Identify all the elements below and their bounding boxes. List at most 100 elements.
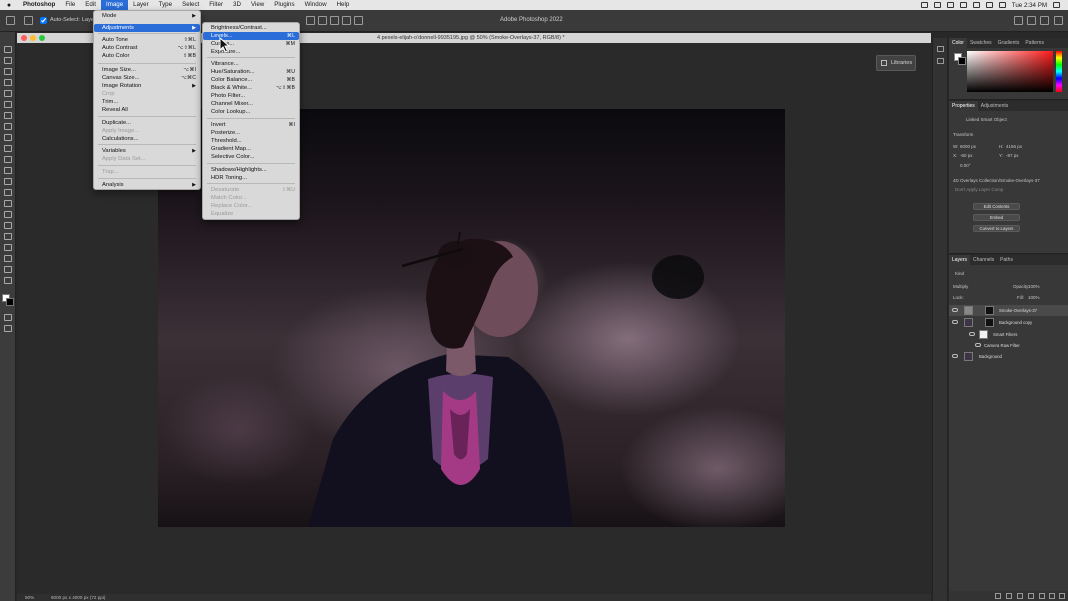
home-icon[interactable] bbox=[6, 16, 15, 25]
close-window-icon[interactable] bbox=[21, 35, 27, 41]
menu-item-threshold[interactable]: Threshold... bbox=[203, 137, 299, 145]
menu-item-color-balance[interactable]: Color Balance... ⌘B bbox=[203, 76, 299, 84]
menu-window[interactable]: Window bbox=[300, 0, 332, 10]
distribute-icon[interactable] bbox=[342, 16, 351, 25]
menu-item-image-rotation[interactable]: Image Rotation ▶ bbox=[94, 82, 200, 90]
visibility-eye-icon[interactable] bbox=[952, 354, 958, 358]
background-color-swatch[interactable] bbox=[6, 298, 14, 306]
group-icon[interactable] bbox=[1039, 593, 1045, 599]
wifi-icon[interactable] bbox=[972, 2, 980, 8]
layer-name[interactable]: Camera Raw Filter bbox=[984, 343, 1020, 348]
history-panel-icon[interactable] bbox=[937, 46, 944, 52]
menu-item-exposure[interactable]: Exposure... bbox=[203, 48, 299, 56]
tab-color[interactable]: Color bbox=[949, 38, 967, 48]
menu-select[interactable]: Select bbox=[177, 0, 204, 10]
tab-layers[interactable]: Layers bbox=[949, 255, 971, 265]
align-right-icon[interactable] bbox=[330, 16, 339, 25]
path-select-icon[interactable] bbox=[4, 233, 12, 240]
menu-item-black-white[interactable]: Black & White... ⌥⇧⌘B bbox=[203, 84, 299, 92]
blend-mode-dropdown[interactable]: Multiply bbox=[953, 284, 968, 289]
menu-item-gradient-map[interactable]: Gradient Map... bbox=[203, 145, 299, 153]
apple-icon[interactable]: ● bbox=[0, 2, 18, 9]
background-color-chip[interactable] bbox=[958, 57, 966, 65]
comments-panel-icon[interactable] bbox=[937, 58, 944, 64]
layer-name[interactable]: Background copy bbox=[999, 320, 1032, 325]
width-field[interactable]: 6000 px bbox=[960, 144, 976, 149]
menu-filter[interactable]: Filter bbox=[204, 0, 228, 10]
creative-cloud-icon[interactable] bbox=[920, 2, 928, 8]
more-options-icon[interactable] bbox=[354, 16, 363, 25]
menu-type[interactable]: Type bbox=[154, 0, 177, 10]
edit-toolbar-icon[interactable] bbox=[4, 277, 12, 284]
menu-item-auto-color[interactable]: Auto Color ⇧⌘B bbox=[94, 52, 200, 60]
tab-swatches[interactable]: Swatches bbox=[967, 38, 995, 48]
marquee-tool-icon[interactable] bbox=[4, 57, 12, 64]
layer-name[interactable]: Smoke-Overlays-37 bbox=[999, 308, 1037, 313]
menu-item-canvas-size[interactable]: Canvas Size... ⌥⌘C bbox=[94, 74, 200, 82]
menu-item-vibrance[interactable]: Vibrance... bbox=[203, 60, 299, 68]
type-tool-icon[interactable] bbox=[4, 222, 12, 229]
convert-to-layers-button[interactable]: Convert to Layers bbox=[973, 225, 1020, 232]
visibility-eye-icon[interactable] bbox=[952, 320, 958, 324]
move-tool-icon[interactable] bbox=[24, 16, 33, 25]
menu-item-variables[interactable]: Variables ▶ bbox=[94, 147, 200, 155]
menu-item-photo-filter[interactable]: Photo Filter... bbox=[203, 92, 299, 100]
smart-filter-mask[interactable] bbox=[979, 330, 988, 339]
tab-adjustments[interactable]: Adjustments bbox=[978, 101, 1012, 111]
shape-tool-icon[interactable] bbox=[4, 244, 12, 251]
menu-item-shadows-highlights[interactable]: Shadows/Highlights... bbox=[203, 166, 299, 174]
menu-item-duplicate[interactable]: Duplicate... bbox=[94, 119, 200, 127]
layer-row[interactable]: Background copy bbox=[949, 317, 1068, 328]
tab-patterns[interactable]: Patterns bbox=[1022, 38, 1047, 48]
x-field[interactable]: -60 px bbox=[960, 153, 973, 158]
lasso-tool-icon[interactable] bbox=[4, 68, 12, 75]
search-icon[interactable] bbox=[1014, 16, 1023, 25]
visibility-eye-icon[interactable] bbox=[975, 343, 981, 347]
control-center-icon[interactable] bbox=[998, 2, 1006, 8]
quick-select-tool-icon[interactable] bbox=[4, 79, 12, 86]
menu-edit[interactable]: Edit bbox=[80, 0, 101, 10]
tab-paths[interactable]: Paths bbox=[997, 255, 1016, 265]
menu-item-levels[interactable]: Levels... ⌘L bbox=[203, 32, 299, 40]
visibility-eye-icon[interactable] bbox=[952, 308, 958, 312]
layer-row[interactable]: Smoke-Overlays-37 bbox=[949, 305, 1068, 316]
menu-file[interactable]: File bbox=[60, 0, 80, 10]
dodge-tool-icon[interactable] bbox=[4, 200, 12, 207]
add-mask-icon[interactable] bbox=[1017, 593, 1023, 599]
document-title[interactable]: 4 pexels-elijah-o'donnell-9935195.jpg @ … bbox=[377, 35, 565, 41]
menu-item-calculations[interactable]: Calculations... bbox=[94, 135, 200, 143]
tab-channels[interactable]: Channels bbox=[970, 255, 997, 265]
zoom-level[interactable]: 50% bbox=[25, 595, 34, 600]
smart-filters-row[interactable]: Smart Filters bbox=[949, 329, 1068, 340]
history-brush-icon[interactable] bbox=[4, 156, 12, 163]
menu-item-hue-saturation[interactable]: Hue/Saturation... ⌘U bbox=[203, 68, 299, 76]
zoom-tool-icon[interactable] bbox=[4, 266, 12, 273]
menu-item-color-lookup[interactable]: Color Lookup... bbox=[203, 108, 299, 116]
layer-row[interactable]: Background bbox=[949, 351, 1068, 362]
siri-icon[interactable] bbox=[1053, 2, 1060, 8]
pen-tool-icon[interactable] bbox=[4, 211, 12, 218]
filter-row[interactable]: Camera Raw Filter bbox=[949, 340, 1068, 351]
layer-mask-thumbnail[interactable] bbox=[985, 306, 994, 315]
eyedropper-tool-icon[interactable] bbox=[4, 112, 12, 119]
quick-mask-icon[interactable] bbox=[4, 314, 12, 321]
gradient-tool-icon[interactable] bbox=[4, 178, 12, 185]
eraser-tool-icon[interactable] bbox=[4, 167, 12, 174]
menu-item-mode[interactable]: Mode ▶ bbox=[94, 12, 200, 20]
menu-image[interactable]: Image bbox=[100, 0, 129, 10]
tab-gradients[interactable]: Gradients bbox=[995, 38, 1023, 48]
menu-item-auto-tone[interactable]: Auto Tone ⇧⌘L bbox=[94, 36, 200, 44]
edit-contents-button[interactable]: Edit Contents bbox=[973, 203, 1020, 210]
embed-button[interactable]: Embed bbox=[973, 214, 1020, 221]
visibility-eye-icon[interactable] bbox=[969, 332, 975, 336]
arrange-icon[interactable] bbox=[1054, 16, 1063, 25]
menu-layer[interactable]: Layer bbox=[128, 0, 153, 10]
menu-item-analysis[interactable]: Analysis ▶ bbox=[94, 181, 200, 189]
menu-help[interactable]: Help bbox=[332, 0, 355, 10]
search-icon[interactable] bbox=[985, 2, 993, 8]
menu-3d[interactable]: 3D bbox=[228, 0, 246, 10]
opacity-field[interactable]: 100% bbox=[1028, 284, 1040, 289]
menu-item-reveal-all[interactable]: Reveal All bbox=[94, 106, 200, 114]
layer-name[interactable]: Smart Filters bbox=[993, 332, 1017, 337]
link-layers-icon[interactable] bbox=[995, 593, 1001, 599]
